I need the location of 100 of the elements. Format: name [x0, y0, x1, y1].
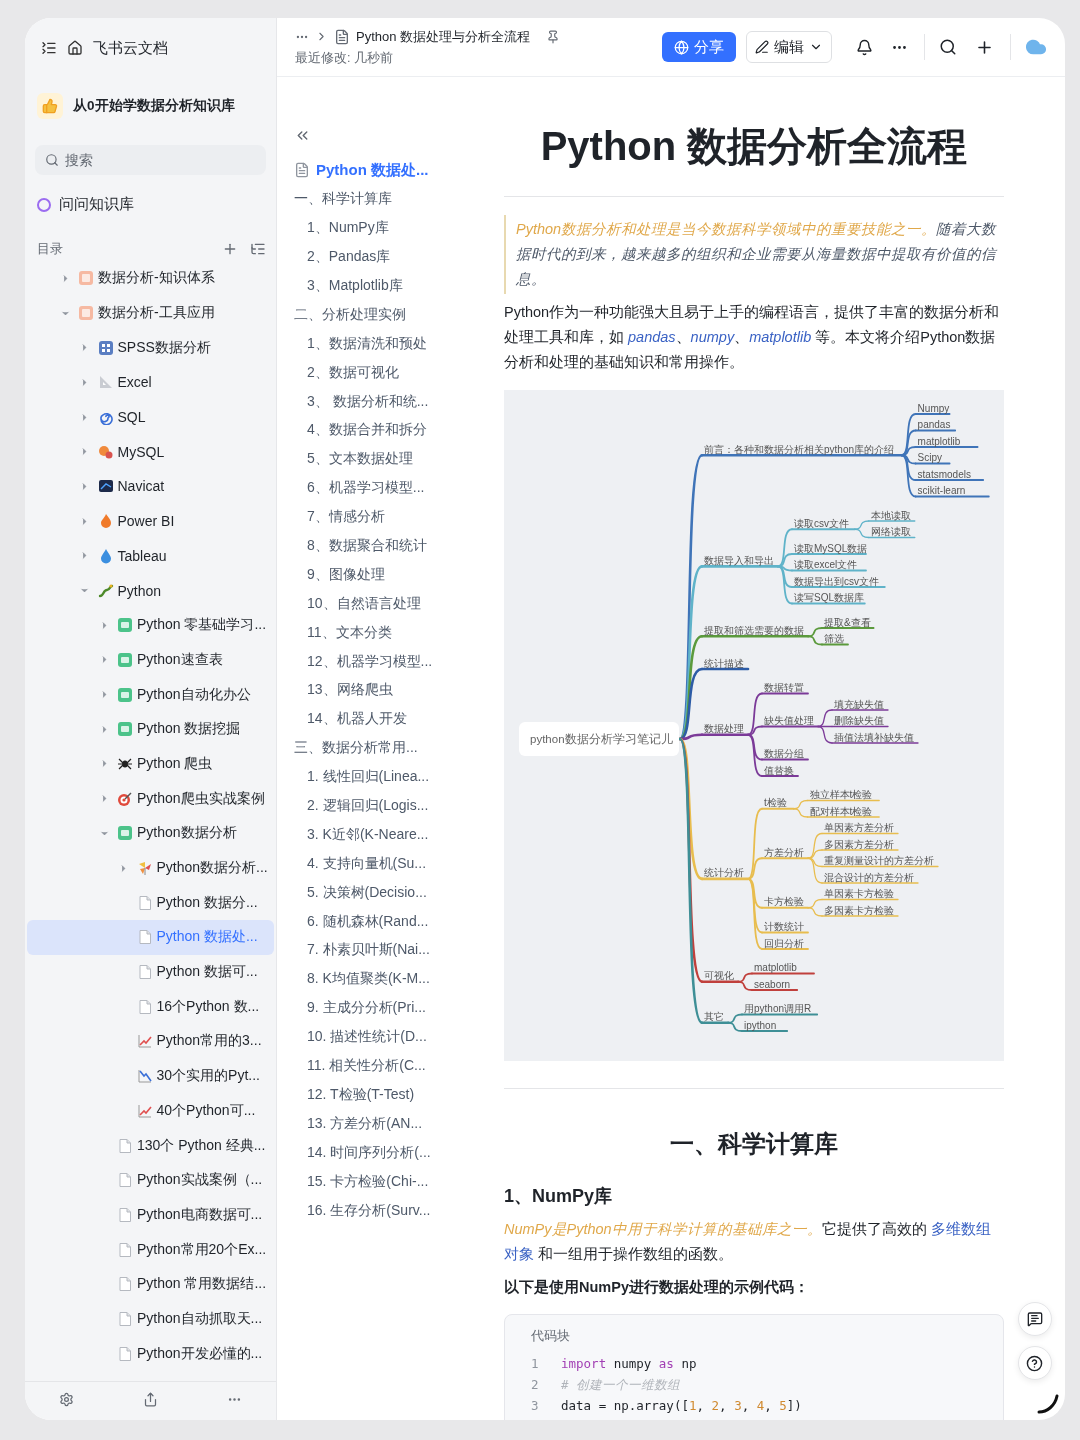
mindmap-node: 数据分组: [761, 748, 809, 761]
toc-item[interactable]: 11、文本分类: [294, 618, 504, 648]
toc-item[interactable]: 1. 线性回归(Linea...: [294, 762, 504, 792]
tree-item[interactable]: Excel: [27, 365, 274, 400]
tree-item[interactable]: 40个Python可...: [27, 1093, 274, 1129]
tree-item[interactable]: 30个实用的Pyt...: [27, 1058, 274, 1094]
tree-item[interactable]: Python 数据可...: [27, 954, 274, 990]
space-name[interactable]: 从0开始学数据分析知识库: [73, 97, 235, 115]
tree-item[interactable]: Tableau: [27, 538, 274, 574]
toc-item[interactable]: 3、 数据分析和统...: [294, 387, 504, 416]
toc-item[interactable]: 12. T检验(T-Test): [294, 1080, 504, 1110]
toc-item[interactable]: 11. 相关性分析(C...: [294, 1051, 504, 1081]
tree-item[interactable]: Python 爬虫: [27, 746, 274, 782]
tree-item[interactable]: 16个Python 数...: [27, 989, 274, 1025]
help-button[interactable]: [1017, 1346, 1052, 1380]
tree-item[interactable]: Python 常用数据结...: [27, 1266, 274, 1302]
tree-item[interactable]: MySQL: [27, 434, 274, 470]
share-icon[interactable]: [143, 1391, 158, 1407]
toc-item[interactable]: 5. 决策树(Decisio...: [294, 878, 504, 908]
connector-line: [792, 808, 809, 818]
pin-icon[interactable]: [546, 29, 561, 44]
tree-item[interactable]: Python爬虫实战案例: [27, 781, 274, 816]
toc-item[interactable]: 14. 时间序列分析(...: [294, 1138, 504, 1168]
breadcrumb-title[interactable]: Python 数据处理与分析全流程: [356, 27, 531, 46]
toc-item[interactable]: 一、科学计算库: [294, 184, 504, 214]
toc-item[interactable]: 3、Matplotlib库: [294, 271, 504, 301]
collapse-icon[interactable]: [41, 40, 57, 56]
toc-item[interactable]: 10. 描述性统计(D...: [294, 1022, 504, 1052]
mindmap-node: 删除缺失值: [831, 715, 889, 728]
home-icon[interactable]: [67, 40, 83, 56]
toc-item[interactable]: 3. K近邻(K-Neare...: [294, 820, 504, 850]
toc-item[interactable]: 10、自然语言处理: [294, 589, 504, 619]
toc-item[interactable]: 2、Pandas库: [294, 242, 504, 272]
code-line: data = np.array([1, 2, 3, 4, 5]): [561, 1397, 802, 1415]
ask-link[interactable]: 问问知识库: [59, 195, 134, 214]
toc-item[interactable]: 二、分析处理实例: [294, 300, 504, 330]
toc-item[interactable]: 1、NumPy库: [294, 213, 504, 243]
tree-item[interactable]: SPSS数据分析: [27, 330, 274, 366]
tree-item[interactable]: 130个 Python 经典...: [27, 1128, 274, 1163]
toc-item[interactable]: 16. 生存分析(Surv...: [294, 1196, 504, 1225]
tree-item[interactable]: Power BI: [27, 503, 274, 539]
edit-button[interactable]: 编辑: [746, 31, 832, 63]
toc-item[interactable]: 8. K均值聚类(K-M...: [294, 964, 504, 994]
mindmap-node: seaborn: [751, 978, 799, 991]
pencil-icon: [755, 40, 769, 54]
toc-item[interactable]: 9. 主成分分析(Pri...: [294, 993, 504, 1023]
tree-item[interactable]: Python实战案例（...: [27, 1162, 274, 1198]
toc-item[interactable]: 5、文本数据处理: [294, 444, 504, 474]
toc-item[interactable]: 8、数据聚合和统计: [294, 531, 504, 561]
document-icon: [117, 1241, 133, 1258]
mindmap-node: 多因素方差分析: [821, 838, 899, 851]
list-icon[interactable]: [250, 241, 266, 257]
toc-item[interactable]: 1、数据清洗和预处: [294, 329, 504, 359]
tree-item[interactable]: Python常用20个Ex...: [27, 1232, 274, 1267]
search-field[interactable]: 搜索: [35, 145, 266, 175]
comment-button[interactable]: [1017, 1302, 1052, 1336]
share-button[interactable]: 分享: [662, 32, 736, 62]
toc-item[interactable]: 4. 支持向量机(Su...: [294, 849, 504, 879]
tree-item[interactable]: Python数据分析: [27, 816, 274, 851]
toc-item[interactable]: 7. 朴素贝叶斯(Nai...: [294, 936, 504, 965]
toc-item[interactable]: 4、数据合并和拆分: [294, 416, 504, 445]
toc-item[interactable]: 9、图像处理: [294, 560, 504, 590]
tree-item[interactable]: Python常用的3...: [27, 1024, 274, 1059]
tree-item[interactable]: Python数据分析...: [27, 850, 274, 886]
toc-item[interactable]: 6、机器学习模型...: [294, 473, 504, 503]
tree-item[interactable]: Python: [27, 573, 274, 608]
toc-item[interactable]: 7、情感分析: [294, 502, 504, 532]
toc-item[interactable]: 12、机器学习模型...: [294, 647, 504, 677]
tree-item[interactable]: 数据分析-工具应用: [27, 295, 274, 331]
mindmap-node: 重复测量设计的方差分析: [821, 855, 939, 868]
globe-icon: [674, 39, 689, 55]
tree-item[interactable]: Python开发必懂的...: [27, 1336, 274, 1371]
mindmap-node: 其它: [700, 1011, 730, 1025]
toc-item[interactable]: 6. 随机森林(Rand...: [294, 907, 504, 937]
mindmap-node: 计数统计: [761, 921, 809, 934]
toc-item[interactable]: 2、数据可视化: [294, 358, 504, 388]
tree-item[interactable]: 数据分析-知识体系: [27, 261, 274, 296]
tree-item[interactable]: Python 数据分...: [27, 885, 274, 921]
tree-item[interactable]: Python自动化办公: [27, 677, 274, 712]
mindmap-root-node: python数据分析学习笔记儿: [519, 722, 679, 756]
tree-item[interactable]: Python 数据挖掘: [27, 711, 274, 747]
toc-item[interactable]: 15. 卡方检验(Chi-...: [294, 1167, 504, 1197]
toc-item[interactable]: 14、机器人开发: [294, 704, 504, 734]
toc-item[interactable]: 13. 方差分析(AN...: [294, 1109, 504, 1139]
sheet-icon: [117, 651, 133, 668]
mindmap-node: 缺失值处理: [761, 715, 819, 728]
toc-item[interactable]: 三、数据分析常用...: [294, 733, 504, 763]
toc-title[interactable]: Python 数据处...: [316, 160, 429, 180]
tree-item[interactable]: Python电商数据可...: [27, 1197, 274, 1233]
tree-item[interactable]: Python 零基础学习...: [27, 607, 274, 643]
tree-item[interactable]: Navicat: [27, 469, 274, 504]
settings-icon[interactable]: [59, 1391, 75, 1407]
mindmap-node: 数据处理: [700, 723, 750, 737]
mindmap-node: ipython: [741, 1019, 789, 1032]
tree-item[interactable]: Python自动抓取天...: [27, 1301, 274, 1337]
intro-paragraph: Python作为一种功能强大且易于上手的编程语言，提供了丰富的数据分析和处理工具和库，如 pandas、numpy、matplotlib 等。本文将介绍Python数据分析和处理的基础知识和常用操作。: [504, 303, 1001, 372]
toc-item[interactable]: 2. 逻辑回归(Logis...: [294, 791, 504, 821]
tree-item[interactable]: Python速查表: [27, 642, 274, 678]
tree-item[interactable]: SQL: [27, 399, 274, 435]
toc-item[interactable]: 13、网络爬虫: [294, 676, 504, 705]
